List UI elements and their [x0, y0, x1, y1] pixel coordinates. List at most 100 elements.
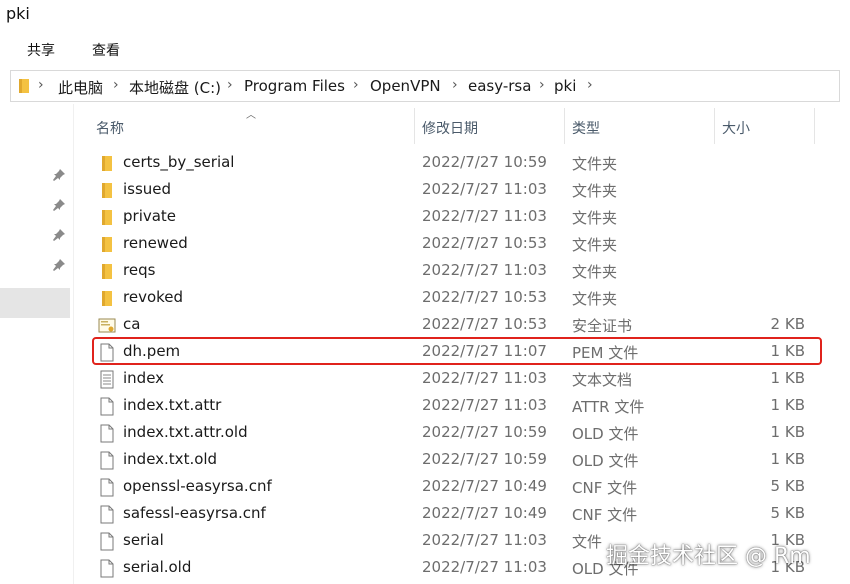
file-icon [98, 532, 116, 551]
nav-selected-item[interactable] [0, 288, 70, 318]
chevron-right-icon[interactable]: › [539, 77, 545, 93]
file-date: 2022/7/27 11:03 [422, 261, 547, 279]
file-row[interactable]: revoked 2022/7/27 10:53 文件夹 [74, 285, 850, 312]
file-icon [98, 505, 116, 524]
file-date: 2022/7/27 10:59 [422, 153, 547, 171]
file-name: index.txt.attr [123, 396, 222, 414]
file-type: OLD 文件 [572, 425, 639, 443]
file-name: serial.old [123, 558, 192, 576]
file-name: openssl-easyrsa.cnf [123, 477, 272, 495]
file-icon [98, 397, 116, 416]
chevron-right-icon[interactable]: › [353, 77, 359, 93]
breadcrumb-program-files[interactable]: Program Files [244, 77, 345, 95]
file-type: 文件夹 [572, 182, 618, 200]
file-date: 2022/7/27 11:03 [422, 180, 547, 198]
chevron-right-icon[interactable]: › [587, 77, 593, 93]
file-name: renewed [123, 234, 188, 252]
file-name: reqs [123, 261, 156, 279]
tab-view[interactable]: 查看 [92, 40, 120, 60]
file-name: safessl-easyrsa.cnf [123, 504, 266, 522]
chevron-right-icon[interactable]: › [452, 77, 458, 93]
folder-icon [19, 79, 29, 93]
column-name[interactable]: 名称 [96, 118, 124, 138]
column-type[interactable]: 类型 [572, 118, 600, 138]
file-icon [98, 478, 116, 497]
file-date: 2022/7/27 10:53 [422, 234, 547, 252]
text-file-icon [98, 370, 116, 389]
column-size[interactable]: 大小 [722, 118, 750, 138]
column-divider[interactable] [814, 108, 815, 144]
file-type: 文件夹 [572, 236, 618, 254]
file-date: 2022/7/27 10:49 [422, 504, 547, 522]
file-row[interactable]: issued 2022/7/27 11:03 文件夹 [74, 177, 850, 204]
file-size: 2 KB [770, 315, 805, 333]
file-date: 2022/7/27 10:59 [422, 423, 547, 441]
file-row[interactable]: renewed 2022/7/27 10:53 文件夹 [74, 231, 850, 258]
pin-icon[interactable] [52, 258, 66, 272]
file-size: 1 KB [770, 450, 805, 468]
file-row[interactable]: private 2022/7/27 11:03 文件夹 [74, 204, 850, 231]
file-name: certs_by_serial [123, 153, 235, 171]
file-row[interactable]: index 2022/7/27 11:03 文本文档 1 KB [74, 366, 850, 393]
file-size: 1 KB [770, 423, 805, 441]
tab-share[interactable]: 共享 [27, 40, 55, 60]
watermark: 掘金技术社区 @ Rm [606, 544, 811, 569]
file-name: serial [123, 531, 164, 549]
folder-icon [98, 181, 116, 200]
file-size: 5 KB [770, 504, 805, 522]
file-type: 安全证书 [572, 317, 633, 335]
pin-icon[interactable] [52, 168, 66, 182]
file-size: 1 KB [770, 369, 805, 387]
file-row[interactable]: ca 2022/7/27 10:53 安全证书 2 KB [74, 312, 850, 339]
file-row[interactable]: certs_by_serial 2022/7/27 10:59 文件夹 [74, 150, 850, 177]
file-icon [98, 451, 116, 470]
column-header: ︿ 名称 修改日期 类型 大小 [74, 106, 850, 146]
folder-icon [98, 262, 116, 281]
folder-icon [98, 235, 116, 254]
file-row[interactable]: index.txt.old 2022/7/27 10:59 OLD 文件 1 KB [74, 447, 850, 474]
column-divider[interactable] [714, 108, 715, 144]
file-icon [98, 559, 116, 578]
file-date: 2022/7/27 11:03 [422, 369, 547, 387]
file-row[interactable]: safessl-easyrsa.cnf 2022/7/27 10:49 CNF 文件… [74, 501, 850, 528]
file-icon [98, 424, 116, 443]
file-date: 2022/7/27 11:03 [422, 558, 547, 576]
file-type: ATTR 文件 [572, 398, 645, 416]
file-row[interactable]: reqs 2022/7/27 11:03 文件夹 [74, 258, 850, 285]
file-date: 2022/7/27 11:03 [422, 531, 547, 549]
certificate-icon [98, 316, 116, 335]
file-row[interactable]: index.txt.attr 2022/7/27 11:03 ATTR 文件 1 KB [74, 393, 850, 420]
breadcrumb-pki[interactable]: pki [554, 77, 576, 95]
file-type: 文本文档 [572, 371, 633, 389]
folder-icon [98, 208, 116, 227]
pin-icon[interactable] [52, 198, 66, 212]
file-name: private [123, 207, 177, 225]
breadcrumb-easy-rsa[interactable]: easy-rsa [468, 77, 531, 95]
file-date: 2022/7/27 10:53 [422, 288, 547, 306]
file-row[interactable]: index.txt.attr.old 2022/7/27 10:59 OLD 文件 1… [74, 420, 850, 447]
file-date: 2022/7/27 10:49 [422, 477, 547, 495]
address-bar[interactable]: › 此电脑 › 本地磁盘 (C:) › Program Files › Open… [10, 70, 840, 102]
file-type: CNF 文件 [572, 506, 638, 524]
breadcrumb-this-pc[interactable]: 此电脑 [58, 77, 103, 98]
file-date: 2022/7/27 11:03 [422, 396, 547, 414]
file-type: OLD 文件 [572, 452, 639, 470]
folder-icon [98, 289, 116, 308]
file-type: 文件 [572, 533, 603, 551]
chevron-right-icon[interactable]: › [227, 77, 233, 93]
ribbon: 共享 查看 [0, 32, 850, 66]
column-date[interactable]: 修改日期 [422, 118, 478, 138]
breadcrumb-local-disk[interactable]: 本地磁盘 (C:) [129, 77, 221, 98]
file-name: issued [123, 180, 172, 198]
breadcrumb-openvpn[interactable]: OpenVPN [370, 77, 441, 95]
file-size: 5 KB [770, 477, 805, 495]
file-size: 1 KB [770, 396, 805, 414]
column-divider[interactable] [564, 108, 565, 144]
pin-icon[interactable] [52, 228, 66, 242]
column-divider[interactable] [414, 108, 415, 144]
file-row[interactable]: openssl-easyrsa.cnf 2022/7/27 10:49 CNF 文件… [74, 474, 850, 501]
chevron-right-icon[interactable]: › [113, 77, 119, 93]
file-name: ca [123, 315, 141, 333]
file-date: 2022/7/27 10:59 [422, 450, 547, 468]
chevron-right-icon[interactable]: › [38, 77, 44, 93]
